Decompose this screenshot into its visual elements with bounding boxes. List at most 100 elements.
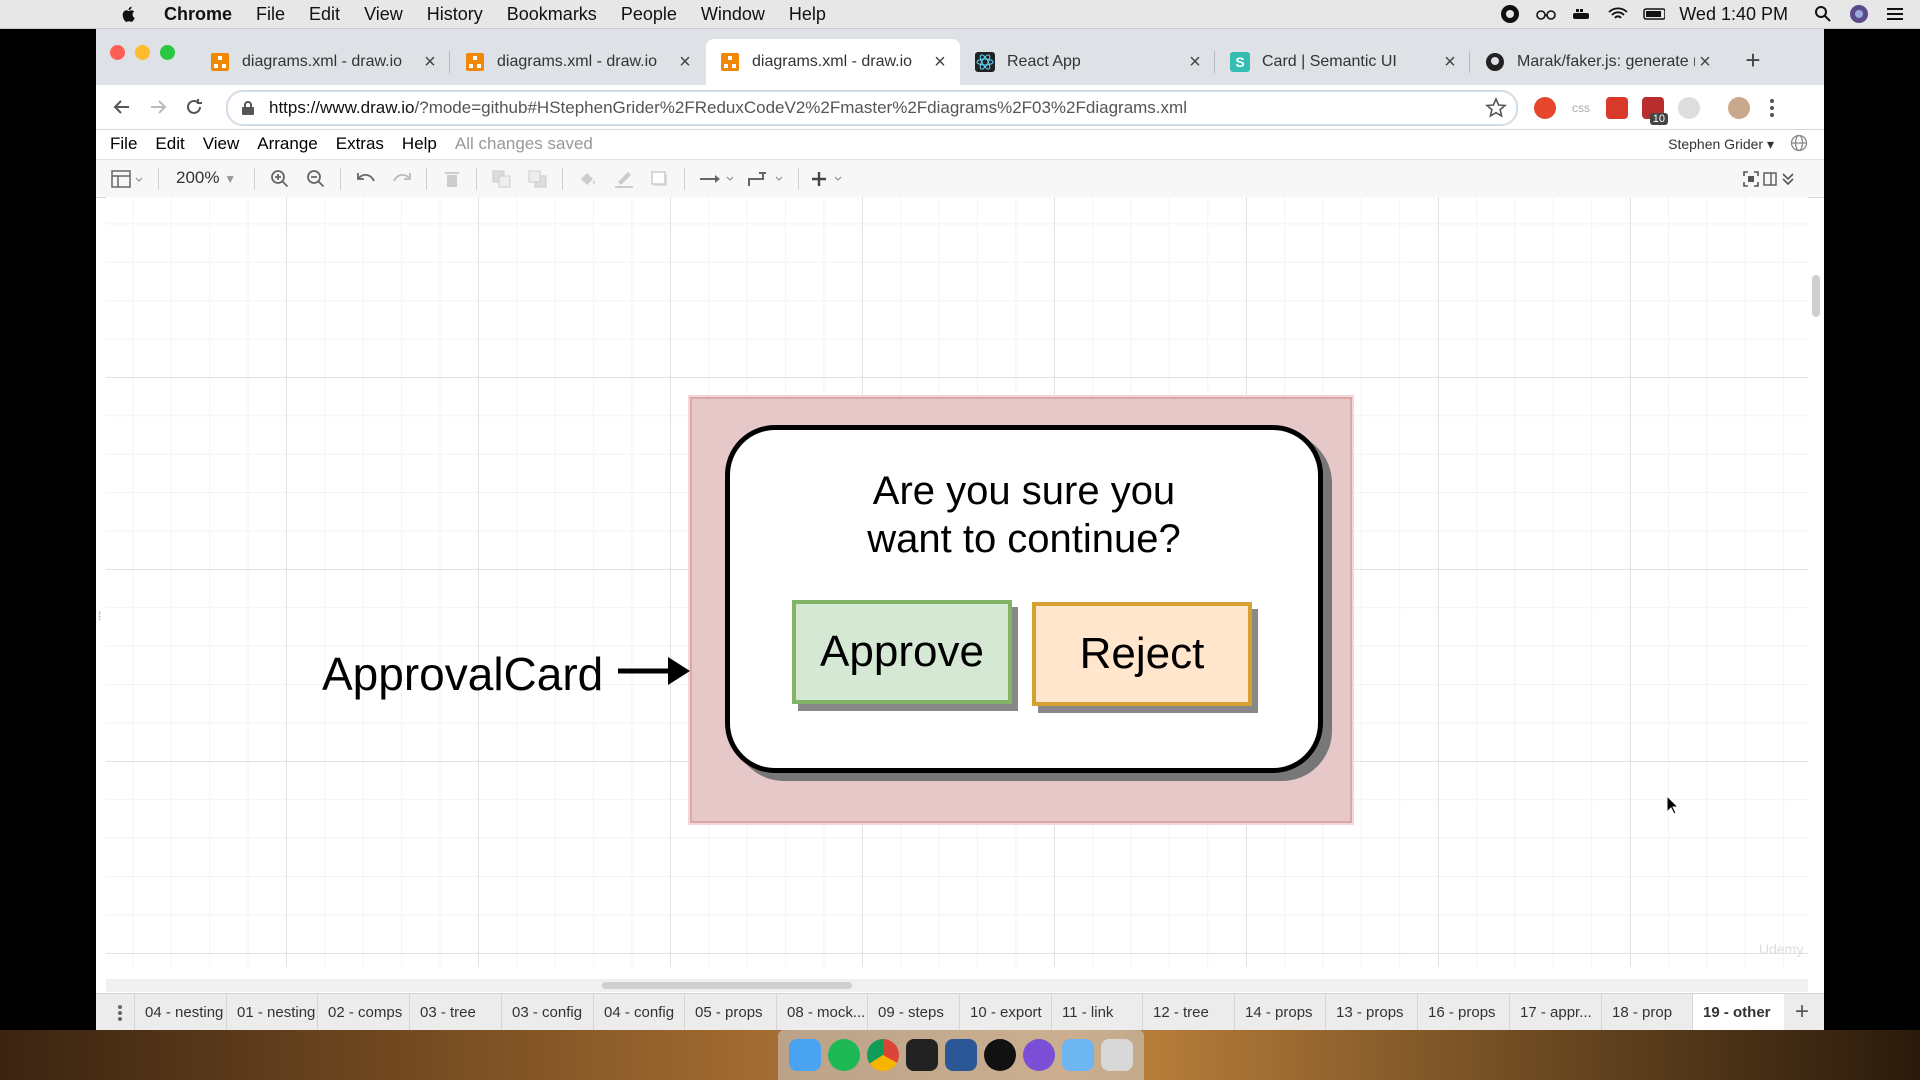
page-tab[interactable]: 01 - nesting: [226, 994, 317, 1030]
reject-button-shape[interactable]: Reject: [1032, 602, 1252, 706]
connection-style-icon[interactable]: [698, 168, 738, 190]
terminal-icon[interactable]: [906, 1039, 938, 1071]
approve-button-shape[interactable]: Approve: [792, 600, 1012, 704]
browser-tab-3-active[interactable]: diagrams.xml - draw.io ×: [706, 39, 960, 85]
new-tab-plus-icon[interactable]: +: [1740, 47, 1766, 73]
shadow-icon[interactable]: [648, 168, 672, 190]
drawio-menu-help[interactable]: Help: [402, 134, 437, 154]
minimize-window-button[interactable]: [135, 45, 150, 60]
lock-icon[interactable]: [241, 100, 255, 116]
close-tab-icon[interactable]: ×: [675, 52, 695, 72]
browser-tab-2[interactable]: diagrams.xml - draw.io ×: [451, 39, 705, 85]
extension-css-icon[interactable]: css: [1570, 97, 1592, 119]
user-name-dropdown[interactable]: Stephen Grider ▾: [1668, 136, 1774, 153]
page-tab[interactable]: 10 - export: [959, 994, 1051, 1030]
page-tab-active[interactable]: 19 - other: [1692, 994, 1784, 1030]
insert-plus-icon[interactable]: [810, 168, 852, 190]
dialog-question-text[interactable]: Are you sure you want to continue?: [725, 467, 1323, 563]
close-window-button[interactable]: [110, 45, 125, 60]
reload-icon[interactable]: [180, 93, 208, 121]
page-tab[interactable]: 12 - tree: [1142, 994, 1234, 1030]
folder-icon[interactable]: [1062, 1039, 1094, 1071]
close-tab-icon[interactable]: ×: [1440, 52, 1460, 72]
browser-tab-5[interactable]: S Card | Semantic UI ×: [1216, 39, 1470, 85]
page-tab[interactable]: 09 - steps: [867, 994, 959, 1030]
zoom-level-dropdown[interactable]: 200% ▼: [176, 168, 236, 188]
collapse-chevron-icon[interactable]: [1780, 168, 1796, 190]
spotify-icon[interactable]: [828, 1039, 860, 1071]
battery-icon[interactable]: [1643, 3, 1666, 25]
zoom-in-icon[interactable]: [268, 168, 292, 190]
extension-grey-icon[interactable]: [1678, 97, 1700, 119]
notification-center-icon[interactable]: [1884, 3, 1906, 25]
drawio-menu-view[interactable]: View: [203, 134, 240, 154]
menu-file[interactable]: File: [256, 4, 285, 25]
bookmark-star-icon[interactable]: [1485, 97, 1507, 119]
drawio-menu-edit[interactable]: Edit: [155, 134, 184, 154]
wifi-icon[interactable]: [1607, 3, 1629, 25]
delete-trash-icon[interactable]: [440, 168, 464, 190]
forward-arrow-icon[interactable]: [144, 93, 172, 121]
globe-icon[interactable]: [1790, 134, 1808, 152]
page-tab[interactable]: 04 - nesting: [134, 994, 226, 1030]
undo-icon[interactable]: [354, 168, 378, 190]
page-tab[interactable]: 05 - props: [684, 994, 776, 1030]
page-tab[interactable]: 18 - prop: [1601, 994, 1692, 1030]
menu-edit[interactable]: Edit: [309, 4, 340, 25]
close-tab-icon[interactable]: ×: [930, 52, 950, 72]
menubar-clock[interactable]: Wed 1:40 PM: [1679, 4, 1788, 25]
menu-window[interactable]: Window: [701, 4, 765, 25]
page-tab[interactable]: 14 - props: [1234, 994, 1325, 1030]
add-page-plus-icon[interactable]: +: [1790, 1000, 1814, 1024]
diagram-canvas[interactable]: Are you sure you want to continue? Appro…: [106, 197, 1808, 967]
menu-bookmarks[interactable]: Bookmarks: [507, 4, 597, 25]
address-bar[interactable]: https://www.draw.io/?mode=github#HStephe…: [226, 90, 1518, 126]
page-tab[interactable]: 11 - link: [1051, 994, 1142, 1030]
page-tab[interactable]: 16 - props: [1417, 994, 1509, 1030]
glasses-icon[interactable]: [1535, 3, 1557, 25]
page-tab[interactable]: 13 - props: [1325, 994, 1417, 1030]
menu-help[interactable]: Help: [789, 4, 826, 25]
fill-color-icon[interactable]: [576, 168, 600, 190]
obs-status-icon[interactable]: [1499, 3, 1521, 25]
browser-tab-1[interactable]: diagrams.xml - draw.io ×: [196, 39, 450, 85]
panel-layout-icon[interactable]: [1762, 168, 1778, 190]
trash-icon[interactable]: [1101, 1039, 1133, 1071]
pages-menu-icon[interactable]: [106, 999, 134, 1027]
waypoints-icon[interactable]: [746, 168, 790, 190]
extension-badge-icon[interactable]: 10: [1642, 97, 1668, 125]
docker-icon[interactable]: [1571, 3, 1593, 25]
extension-red-icon[interactable]: [1606, 97, 1628, 119]
to-front-icon[interactable]: [490, 168, 514, 190]
vertical-scrollbar[interactable]: [1812, 275, 1820, 317]
line-color-icon[interactable]: [612, 168, 636, 190]
page-tab[interactable]: 04 - config: [593, 994, 684, 1030]
menu-people[interactable]: People: [621, 4, 677, 25]
sidebar-resize-handle[interactable]: ⁞: [98, 609, 102, 623]
finder-icon[interactable]: [789, 1039, 821, 1071]
approval-card-label[interactable]: ApprovalCard: [322, 647, 603, 701]
apple-icon[interactable]: [120, 5, 138, 23]
page-tab[interactable]: 03 - tree: [409, 994, 501, 1030]
menu-chrome[interactable]: Chrome: [164, 4, 232, 25]
redo-icon[interactable]: [390, 168, 414, 190]
close-tab-icon[interactable]: ×: [1695, 52, 1715, 72]
fullscreen-icon[interactable]: [1742, 168, 1760, 190]
horizontal-scrollbar-thumb[interactable]: [602, 982, 852, 989]
vscode-icon[interactable]: [945, 1039, 977, 1071]
page-tab[interactable]: 02 - comps: [317, 994, 409, 1030]
chrome-dock-icon[interactable]: [867, 1039, 899, 1071]
siri-icon[interactable]: [1848, 3, 1870, 25]
to-back-icon[interactable]: [526, 168, 550, 190]
right-arrow-icon[interactable]: [616, 651, 692, 691]
zoom-window-button[interactable]: [160, 45, 175, 60]
profile-avatar[interactable]: [1728, 97, 1750, 119]
menu-history[interactable]: History: [427, 4, 483, 25]
zoom-out-icon[interactable]: [304, 168, 328, 190]
drawio-menu-file[interactable]: File: [110, 134, 137, 154]
browser-tab-4[interactable]: React App ×: [961, 39, 1215, 85]
page-tab[interactable]: 08 - mock...: [776, 994, 867, 1030]
feather-app-icon[interactable]: [1023, 1039, 1055, 1071]
menu-view[interactable]: View: [364, 4, 403, 25]
page-tab[interactable]: 03 - config: [501, 994, 593, 1030]
